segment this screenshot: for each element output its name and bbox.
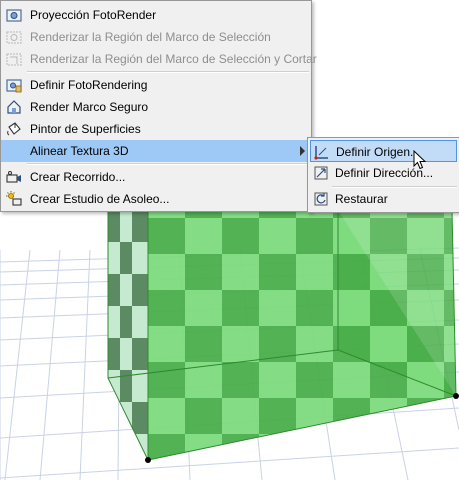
vertex-node <box>145 457 151 463</box>
render-region-icon <box>6 31 22 44</box>
menu-item-definir-fotorendering[interactable]: Definir FotoRendering <box>1 74 311 96</box>
menu-item-restaurar[interactable]: Restaurar <box>308 188 459 210</box>
safe-frame-icon <box>7 100 21 114</box>
box-side-face <box>108 210 148 460</box>
menu-item-definir-origen[interactable]: Definir Origen... <box>310 140 457 162</box>
menu-item-pintor-superficies[interactable]: Pintor de Superficies <box>1 118 311 140</box>
render-crop-icon <box>6 53 22 66</box>
set-direction-icon <box>314 166 328 180</box>
menu-item-crear-estudio-asoleo[interactable]: Crear Estudio de Asoleo... <box>1 188 311 210</box>
menu-item-render-region: Renderizar la Región del Marco de Selecc… <box>1 26 311 48</box>
menu-item-label: Definir Origen... <box>336 145 421 159</box>
menu-item-label: Restaurar <box>335 192 388 206</box>
menu-item-label: Render Marco Seguro <box>30 100 149 114</box>
menu-item-label: Crear Recorrido... <box>30 170 126 184</box>
menu-item-definir-direccion[interactable]: Definir Dirección... <box>308 162 459 184</box>
render-settings-icon <box>6 79 22 93</box>
set-origin-icon <box>314 146 328 160</box>
menu-item-label: Definir FotoRendering <box>30 78 148 92</box>
submenu-alinear-textura: Definir Origen... Definir Dirección... R… <box>307 137 459 213</box>
submenu-arrow-icon <box>300 146 305 156</box>
menu-item-render-region-crop: Renderizar la Región del Marco de Selecc… <box>1 48 317 70</box>
sun-study-icon <box>6 191 22 206</box>
menu-item-label: Proyección FotoRender <box>30 8 157 22</box>
menu-item-label: Alinear Textura 3D <box>30 144 129 158</box>
paint-bucket-icon <box>7 122 21 136</box>
menu-separator <box>27 163 309 165</box>
render-icon <box>6 9 22 22</box>
menu-item-alinear-textura-3d[interactable]: Alinear Textura 3D <box>1 140 311 162</box>
menu-item-proyeccion-fotorender[interactable]: Proyección FotoRender <box>1 4 311 26</box>
camera-path-icon <box>6 171 21 183</box>
menu-item-crear-recorrido[interactable]: Crear Recorrido... <box>1 166 311 188</box>
menu-separator <box>27 71 309 73</box>
context-menu: Proyección FotoRender Renderizar la Regi… <box>0 0 317 212</box>
vertex-node <box>453 393 459 399</box>
reset-icon <box>314 192 328 206</box>
menu-item-label: Renderizar la Región del Marco de Selecc… <box>30 52 317 66</box>
menu-item-render-marco-seguro[interactable]: Render Marco Seguro <box>1 96 311 118</box>
menu-item-label: Pintor de Superficies <box>30 122 141 136</box>
mouse-cursor-icon <box>413 150 427 170</box>
menu-item-label: Renderizar la Región del Marco de Selecc… <box>30 30 271 44</box>
menu-item-label: Crear Estudio de Asoleo... <box>30 192 170 206</box>
